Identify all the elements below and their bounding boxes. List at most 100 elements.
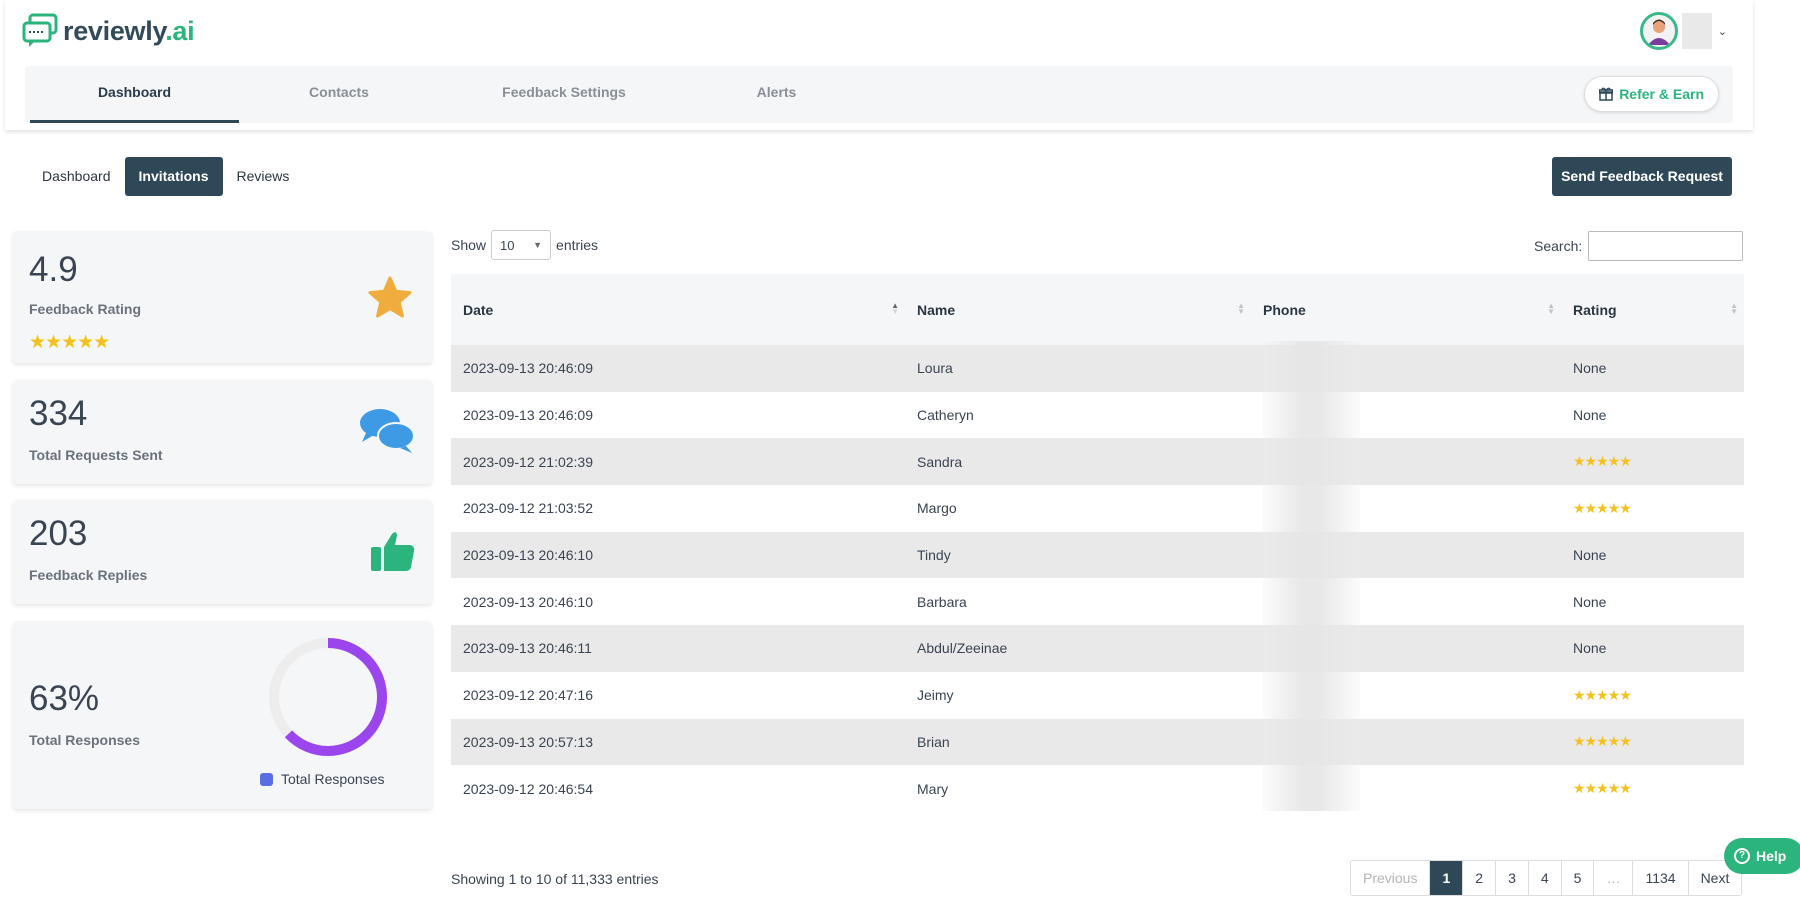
cell-phone [1251, 531, 1561, 579]
cell-rating: ★★★★★ [1561, 765, 1744, 812]
user-name-placeholder [1681, 13, 1712, 49]
entries-select-value: 10 [500, 237, 515, 253]
help-button[interactable]: ? Help [1724, 838, 1800, 874]
subtab-reviews[interactable]: Reviews [223, 157, 304, 196]
section-tabs: Dashboard Invitations Reviews [28, 157, 303, 196]
cell-date: 2023-09-12 20:47:16 [451, 671, 905, 719]
requests-label: Total Requests Sent [29, 447, 163, 463]
thumbs-up-icon [371, 532, 415, 571]
table-row: 2023-09-12 20:47:16 Jeimy ★★★★★ [451, 671, 1744, 719]
cell-rating: None [1561, 531, 1744, 579]
table-info: Showing 1 to 10 of 11,333 entries [451, 871, 659, 887]
send-feedback-request-button[interactable]: Send Feedback Request [1552, 157, 1732, 196]
tab-dashboard[interactable]: Dashboard [30, 66, 239, 123]
rating-stars: ★★★★★ [29, 332, 110, 353]
page-button[interactable]: 1134 [1632, 861, 1688, 895]
table-row: 2023-09-12 21:02:39 Sandra ★★★★★ [451, 438, 1744, 486]
responses-donut-chart [269, 638, 387, 756]
user-menu[interactable]: ⌄ [1639, 12, 1727, 50]
cell-name: Tindy [905, 531, 1251, 579]
cell-date: 2023-09-13 20:46:09 [451, 345, 905, 392]
table-row: 2023-09-13 20:57:13 Brian ★★★★★ [451, 718, 1744, 766]
cell-rating: None [1561, 625, 1744, 672]
prev-page-button[interactable]: Previous [1351, 861, 1430, 895]
gift-icon [1599, 87, 1614, 101]
cell-name: Abdul/Zeeinae [905, 625, 1251, 672]
page-button[interactable]: 2 [1462, 861, 1496, 895]
question-icon: ? [1734, 848, 1750, 864]
subtab-invitations[interactable]: Invitations [124, 157, 223, 196]
brand-logo[interactable]: reviewly.ai [21, 12, 195, 50]
tab-feedback-settings[interactable]: Feedback Settings [439, 66, 689, 123]
subtab-dashboard[interactable]: Dashboard [28, 157, 125, 196]
cell-rating: ★★★★★ [1561, 671, 1744, 719]
cell-phone [1251, 345, 1561, 392]
stat-card-requests: 334 Total Requests Sent [13, 380, 432, 484]
cell-name: Catheryn [905, 391, 1251, 439]
chevron-down-icon: ▼ [533, 240, 543, 250]
legend-label: Total Responses [281, 771, 385, 787]
stat-card-rating: 4.9 Feedback Rating ★★★★★ [13, 231, 432, 363]
table-row: 2023-09-13 20:46:09 Loura None [451, 345, 1744, 392]
invitations-table: Date ▲ ▼ Name ▲ ▼ Phone ▲ ▼ Rating ▲ ▼ 2023-09-1… [451, 274, 1744, 812]
column-header-date[interactable]: Date ▲ ▼ [451, 274, 905, 345]
requests-value: 334 [29, 394, 88, 433]
page-button[interactable]: 3 [1495, 861, 1528, 895]
tab-alerts[interactable]: Alerts [689, 66, 864, 123]
tab-contacts[interactable]: Contacts [239, 66, 439, 123]
entries-select[interactable]: 10 ▼ [491, 230, 552, 260]
sort-icon: ▲ ▼ [1730, 301, 1738, 316]
main-nav: Dashboard Contacts Feedback Settings Ale… [25, 66, 1733, 123]
cell-rating: ★★★★★ [1561, 438, 1744, 486]
page-button[interactable]: 5 [1560, 861, 1594, 895]
sort-asc-icon: ▲ ▼ [891, 301, 899, 316]
column-header-name[interactable]: Name ▲ ▼ [905, 274, 1251, 345]
cell-date: 2023-09-13 20:46:09 [451, 391, 905, 439]
cell-phone [1251, 625, 1561, 672]
show-label: Show [451, 237, 487, 253]
stat-card-replies: 203 Feedback Replies [13, 500, 432, 604]
refer-earn-button[interactable]: Refer & Earn [1584, 76, 1719, 112]
avatar[interactable] [1639, 12, 1678, 50]
column-header-rating[interactable]: Rating ▲ ▼ [1561, 274, 1744, 345]
entries-length-control: Show 10 ▼ entries [451, 230, 598, 260]
star-icon [368, 276, 412, 318]
cell-name: Sandra [905, 438, 1251, 486]
sort-icon: ▲ ▼ [1547, 301, 1555, 316]
cell-date: 2023-09-12 20:46:54 [451, 765, 905, 812]
stat-card-responses: 63% Total Responses Total Responses [13, 621, 432, 809]
page-button[interactable]: 1 [1429, 861, 1463, 895]
cell-name: Jeimy [905, 671, 1251, 719]
chevron-down-icon[interactable]: ⌄ [1718, 25, 1727, 38]
search-input[interactable] [1588, 231, 1744, 261]
table-row: 2023-09-13 20:46:10 Barbara None [451, 578, 1744, 626]
cell-date: 2023-09-12 21:03:52 [451, 485, 905, 532]
table-row: 2023-09-13 20:46:10 Tindy None [451, 531, 1744, 579]
table-row: 2023-09-12 20:46:54 Mary ★★★★★ [451, 765, 1744, 812]
cell-date: 2023-09-12 21:02:39 [451, 438, 905, 486]
cell-phone [1251, 718, 1561, 766]
entries-label: entries [556, 237, 599, 253]
cell-phone [1251, 438, 1561, 486]
cell-phone [1251, 578, 1561, 626]
app-header: reviewly.ai ⌄ Dashboard Contacts Feedbac… [5, 0, 1753, 130]
table-header-row: Date ▲ ▼ Name ▲ ▼ Phone ▲ ▼ Rating ▲ ▼ [451, 274, 1744, 345]
cell-date: 2023-09-13 20:46:10 [451, 531, 905, 579]
rating-value: 4.9 [29, 250, 78, 289]
user-avatar-icon [1647, 19, 1670, 45]
cell-phone [1251, 485, 1561, 532]
cell-rating: None [1561, 391, 1744, 439]
cell-rating: ★★★★★ [1561, 485, 1744, 532]
page-button[interactable]: 4 [1527, 861, 1561, 895]
donut-legend[interactable]: Total Responses [260, 771, 385, 787]
search-label: Search: [1534, 238, 1583, 254]
brand-name: reviewly.ai [63, 15, 195, 46]
cell-date: 2023-09-13 20:46:10 [451, 578, 905, 626]
table-search: Search: [1534, 231, 1744, 261]
refer-earn-label: Refer & Earn [1619, 86, 1704, 102]
column-header-phone[interactable]: Phone ▲ ▼ [1251, 274, 1561, 345]
cell-name: Mary [905, 765, 1251, 812]
responses-value: 63% [29, 679, 100, 718]
replies-value: 203 [29, 514, 88, 553]
cell-name: Loura [905, 345, 1251, 392]
